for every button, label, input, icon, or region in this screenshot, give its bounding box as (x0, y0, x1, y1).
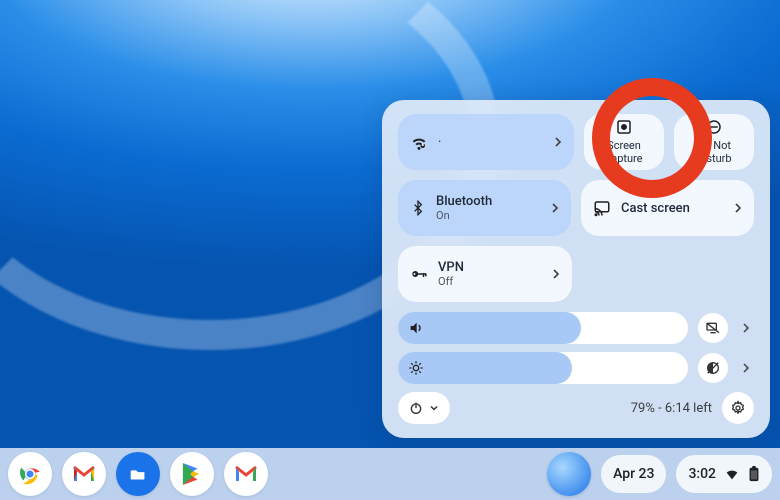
dnd-tile[interactable]: Do Not Disturb (674, 114, 754, 170)
files-app-icon[interactable] (116, 452, 160, 496)
settings-button[interactable] (722, 392, 754, 424)
vpn-state: Off (438, 275, 464, 288)
wifi-name: · (438, 135, 441, 150)
chevron-right-icon (547, 200, 563, 216)
wifi-tile[interactable]: · (398, 114, 574, 170)
bluetooth-state: On (436, 209, 492, 222)
volume-icon (408, 320, 424, 336)
gmail-app-icon[interactable] (62, 452, 106, 496)
chevron-right-icon (730, 200, 746, 216)
vpn-label: VPN (438, 260, 464, 275)
power-icon (408, 400, 424, 416)
battery-status: 79% - 6:14 left (631, 401, 712, 416)
gmail-app-icon-2[interactable] (224, 452, 268, 496)
brightness-slider[interactable] (398, 352, 688, 384)
dnd-icon (705, 118, 723, 136)
screen-capture-label: Screen capture (596, 140, 652, 165)
play-store-app-icon[interactable] (170, 452, 214, 496)
battery-status-icon (748, 466, 760, 482)
wifi-icon (410, 133, 428, 151)
taskbar-shelf: Apr 23 3:02 (0, 448, 780, 500)
brightness-icon (408, 360, 424, 376)
cast-icon (593, 199, 611, 217)
volume-slider[interactable] (398, 312, 688, 344)
cast-tile[interactable]: Cast screen (581, 180, 754, 236)
cast-label: Cast screen (621, 201, 690, 216)
bluetooth-label: Bluetooth (436, 194, 492, 209)
chevron-right-icon[interactable] (738, 360, 754, 376)
audio-output-button[interactable] (698, 313, 728, 343)
vpn-key-icon (410, 265, 428, 283)
chevron-right-icon[interactable] (738, 320, 754, 336)
date-text: Apr 23 (613, 466, 654, 482)
power-menu-button[interactable] (398, 392, 450, 424)
chrome-app-icon[interactable] (8, 452, 52, 496)
calendar-button[interactable]: Apr 23 (601, 455, 666, 493)
bluetooth-icon (410, 200, 426, 216)
status-tray[interactable]: 3:02 (676, 455, 772, 493)
chevron-right-icon (550, 134, 566, 150)
screen-capture-icon (615, 118, 633, 136)
time-text: 3:02 (688, 466, 716, 482)
vpn-tile[interactable]: VPN Off (398, 246, 572, 302)
quick-settings-panel: · Screen capture Do Not Disturb Bluetoot… (382, 100, 770, 438)
dnd-label: Do Not Disturb (686, 140, 742, 165)
chevron-right-icon (548, 266, 564, 282)
night-light-button[interactable] (698, 353, 728, 383)
wifi-status-icon (724, 466, 740, 482)
bluetooth-tile[interactable]: Bluetooth On (398, 180, 571, 236)
user-avatar[interactable] (547, 452, 591, 496)
chevron-down-icon (428, 402, 440, 414)
screen-capture-tile[interactable]: Screen capture (584, 114, 664, 170)
